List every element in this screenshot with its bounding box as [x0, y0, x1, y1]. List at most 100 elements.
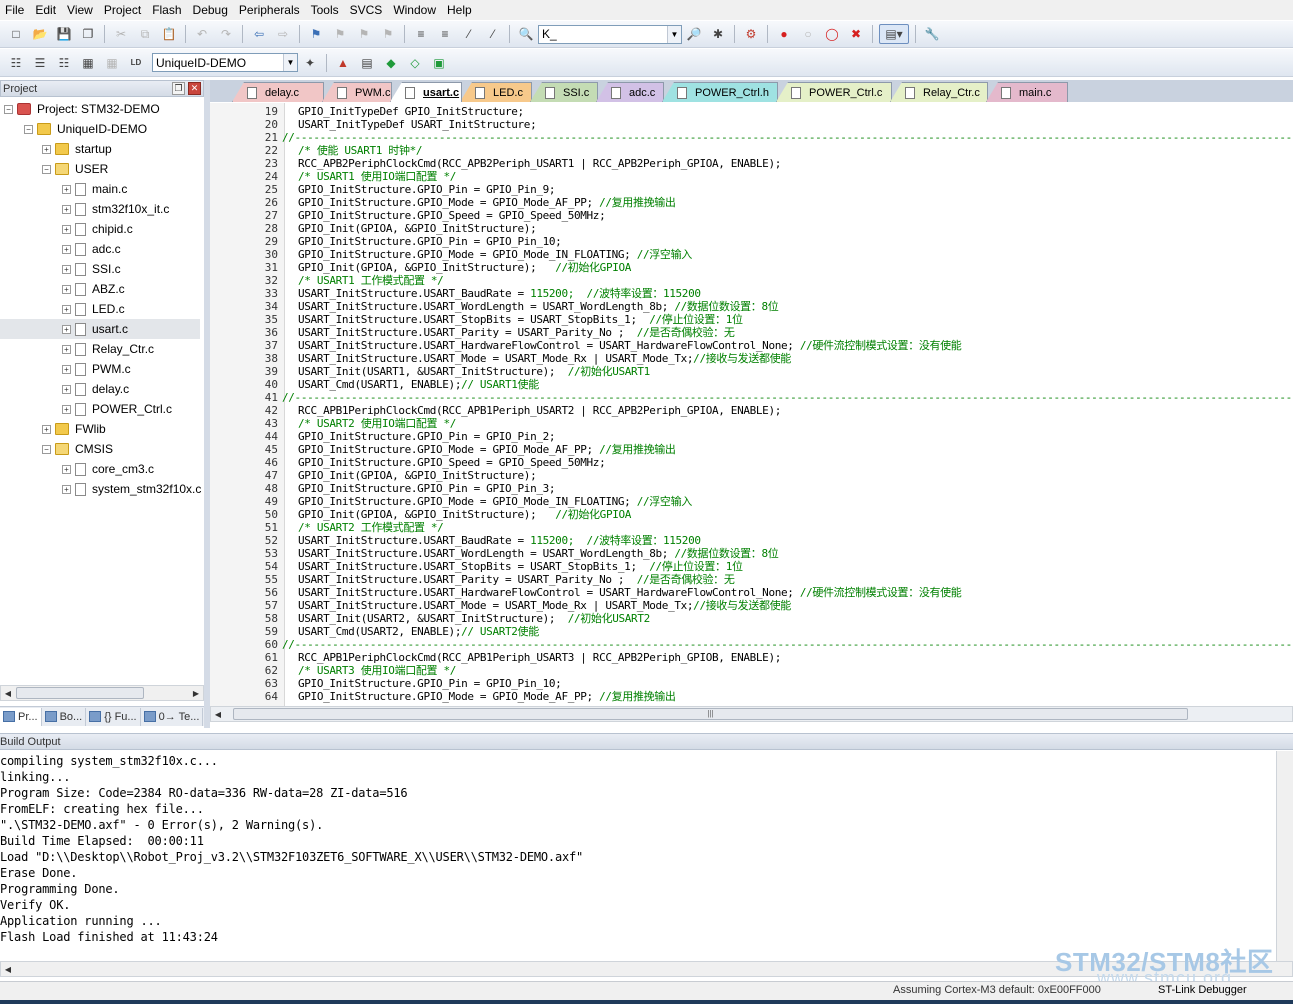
- build-icon[interactable]: ☰: [30, 53, 50, 73]
- build-output-panel[interactable]: compiling system_stm32f10x.c... linking..…: [0, 751, 1293, 961]
- tree-item[interactable]: + FWlib: [42, 419, 106, 439]
- code-line[interactable]: RCC_APB2PeriphClockCmd(RCC_APB2Periph_US…: [298, 157, 781, 170]
- code-line[interactable]: /* USART2 工作模式配置 */: [298, 521, 444, 534]
- expand-toggle-icon[interactable]: +: [62, 264, 71, 274]
- tree-item[interactable]: + SSI.c: [62, 259, 121, 279]
- menu-svcs[interactable]: SVCS: [345, 0, 389, 20]
- nav-forward-icon[interactable]: ⇨: [273, 24, 293, 44]
- code-line[interactable]: GPIO_InitStructure.GPIO_Pin = GPIO_Pin_3…: [298, 482, 556, 495]
- tree-item[interactable]: + LED.c: [62, 299, 125, 319]
- new-file-icon[interactable]: □: [6, 24, 26, 44]
- tree-item[interactable]: − Project: STM32-DEMO: [4, 99, 160, 119]
- expand-toggle-icon[interactable]: +: [42, 424, 51, 434]
- editor-tab-power-ctrl-c[interactable]: POWER_Ctrl.c: [776, 82, 892, 102]
- code-line[interactable]: USART_InitStructure.USART_BaudRate = 115…: [298, 287, 701, 300]
- close-icon[interactable]: ✕: [188, 82, 201, 95]
- run-time-environment-icon[interactable]: ▣: [429, 53, 449, 73]
- menu-view[interactable]: View: [62, 0, 99, 20]
- code-line[interactable]: USART_InitStructure.USART_HardwareFlowCo…: [298, 339, 962, 352]
- code-line[interactable]: USART_InitStructure.USART_Parity = USART…: [298, 326, 735, 339]
- scroll-thumb[interactable]: [16, 687, 144, 699]
- window-layout-icon[interactable]: ▤▾: [879, 24, 909, 44]
- code-line[interactable]: GPIO_InitStructure.GPIO_Pin = GPIO_Pin_1…: [298, 235, 562, 248]
- code-line[interactable]: GPIO_InitStructure.GPIO_Mode = GPIO_Mode…: [298, 248, 692, 261]
- tree-item[interactable]: + POWER_Ctrl.c: [62, 399, 172, 419]
- menu-debug[interactable]: Debug: [188, 0, 234, 20]
- tree-item[interactable]: − UniqueID-DEMO: [24, 119, 147, 139]
- next-bookmark-icon[interactable]: ⚑: [354, 24, 374, 44]
- file-extensions-icon[interactable]: ▤: [357, 53, 377, 73]
- code-line[interactable]: GPIO_Init(GPIOA, &GPIO_InitStructure); /…: [298, 261, 631, 274]
- code-line[interactable]: USART_Init(USART1, &USART_InitStructure)…: [298, 365, 650, 378]
- code-text[interactable]: GPIO_InitTypeDef GPIO_InitStructure; USAR…: [282, 103, 1293, 706]
- code-line[interactable]: /* USART3 使用IO端口配置 */: [298, 664, 456, 677]
- editor-horizontal-scrollbar[interactable]: ◀ |||: [210, 706, 1293, 722]
- tree-item[interactable]: + PWM.c: [62, 359, 131, 379]
- editor-tab-usart-c[interactable]: usart.c: [390, 82, 462, 102]
- pack-installer-icon[interactable]: ◆: [381, 53, 401, 73]
- code-line[interactable]: USART_InitStructure.USART_WordLength = U…: [298, 547, 779, 560]
- expand-toggle-icon[interactable]: +: [62, 384, 71, 394]
- code-line[interactable]: GPIO_InitTypeDef GPIO_InitStructure;: [298, 105, 524, 118]
- menu-peripherals[interactable]: Peripherals: [234, 0, 306, 20]
- editor-tab-delay-c[interactable]: delay.c: [232, 82, 324, 102]
- code-line[interactable]: /* USART1 工作模式配置 */: [298, 274, 444, 287]
- code-line[interactable]: GPIO_InitStructure.GPIO_Mode = GPIO_Mode…: [298, 495, 692, 508]
- menu-tools[interactable]: Tools: [306, 0, 345, 20]
- scroll-right-icon[interactable]: ▶: [189, 686, 203, 700]
- code-line[interactable]: USART_InitStructure.USART_Mode = USART_M…: [298, 352, 791, 365]
- tree-item[interactable]: + startup: [42, 139, 112, 159]
- comment-icon[interactable]: ⁄: [459, 24, 479, 44]
- expand-toggle-icon[interactable]: −: [42, 444, 51, 454]
- tree-item[interactable]: − USER: [42, 159, 108, 179]
- manage-project-icon[interactable]: ▲: [333, 53, 353, 73]
- debug-session-icon[interactable]: ⚙: [741, 24, 761, 44]
- scroll-thumb[interactable]: |||: [233, 708, 1188, 720]
- code-line[interactable]: GPIO_InitStructure.GPIO_Pin = GPIO_Pin_1…: [298, 677, 562, 690]
- code-line[interactable]: USART_Cmd(USART2, ENABLE);// USART2使能: [298, 625, 539, 638]
- kill-all-breakpoints-icon[interactable]: ✖: [846, 24, 866, 44]
- find-icon[interactable]: 🔎: [684, 24, 704, 44]
- tab-functions[interactable]: {} Fu...: [86, 707, 141, 726]
- load-icon[interactable]: LD: [126, 53, 146, 73]
- code-line[interactable]: GPIO_InitStructure.GPIO_Mode = GPIO_Mode…: [298, 690, 676, 703]
- code-line[interactable]: USART_InitStructure.USART_Mode = USART_M…: [298, 599, 791, 612]
- tree-item[interactable]: − CMSIS: [42, 439, 113, 459]
- find-in-files-icon[interactable]: 🔍: [516, 24, 536, 44]
- expand-toggle-icon[interactable]: +: [62, 184, 71, 194]
- scroll-left-icon[interactable]: ◀: [211, 707, 225, 721]
- menu-window[interactable]: Window: [388, 0, 442, 20]
- editor-tab-pwm-c[interactable]: PWM.c: [322, 82, 392, 102]
- expand-toggle-icon[interactable]: +: [62, 344, 71, 354]
- disable-all-breakpoints-icon[interactable]: ◯: [822, 24, 842, 44]
- expand-toggle-icon[interactable]: +: [62, 304, 71, 314]
- incremental-find-icon[interactable]: ✱: [708, 24, 728, 44]
- code-line[interactable]: GPIO_InitStructure.GPIO_Pin = GPIO_Pin_2…: [298, 430, 556, 443]
- target-select[interactable]: UniqueID-DEMO ▼: [152, 53, 298, 72]
- editor-tab-main-c[interactable]: main.c: [986, 82, 1068, 102]
- code-line[interactable]: USART_InitStructure.USART_HardwareFlowCo…: [298, 586, 962, 599]
- tree-item[interactable]: + usart.c: [0, 319, 200, 339]
- save-icon[interactable]: 💾: [54, 24, 74, 44]
- editor-tab-adc-c[interactable]: adc.c: [596, 82, 664, 102]
- code-line[interactable]: USART_InitStructure.USART_WordLength = U…: [298, 300, 779, 313]
- tree-item[interactable]: + system_stm32f10x.c: [62, 479, 201, 499]
- stop-build-icon[interactable]: ▦: [102, 53, 122, 73]
- editor-tab-power-ctrl-h[interactable]: POWER_Ctrl.h: [662, 82, 778, 102]
- find-combo[interactable]: K_ ▼: [538, 24, 682, 44]
- unindent-icon[interactable]: ≡: [435, 24, 455, 44]
- code-line[interactable]: USART_InitStructure.USART_Parity = USART…: [298, 573, 735, 586]
- uncomment-icon[interactable]: ⁄: [483, 24, 503, 44]
- undo-icon[interactable]: ↶: [192, 24, 212, 44]
- code-line[interactable]: USART_InitStructure.USART_StopBits = USA…: [298, 313, 743, 326]
- editor-tab-ssi-c[interactable]: SSI.c: [530, 82, 598, 102]
- scroll-left-icon[interactable]: ◀: [1, 686, 15, 700]
- menu-edit[interactable]: Edit: [30, 0, 62, 20]
- code-line[interactable]: USART_InitStructure.USART_BaudRate = 115…: [298, 534, 701, 547]
- code-line[interactable]: GPIO_Init(GPIOA, &GPIO_InitStructure);: [298, 469, 537, 482]
- expand-toggle-icon[interactable]: +: [62, 484, 71, 494]
- batch-build-icon[interactable]: ▦: [78, 53, 98, 73]
- build-output-scrollbar[interactable]: [1276, 751, 1293, 961]
- tree-item[interactable]: + Relay_Ctr.c: [62, 339, 154, 359]
- disable-breakpoint-icon[interactable]: ○: [798, 24, 818, 44]
